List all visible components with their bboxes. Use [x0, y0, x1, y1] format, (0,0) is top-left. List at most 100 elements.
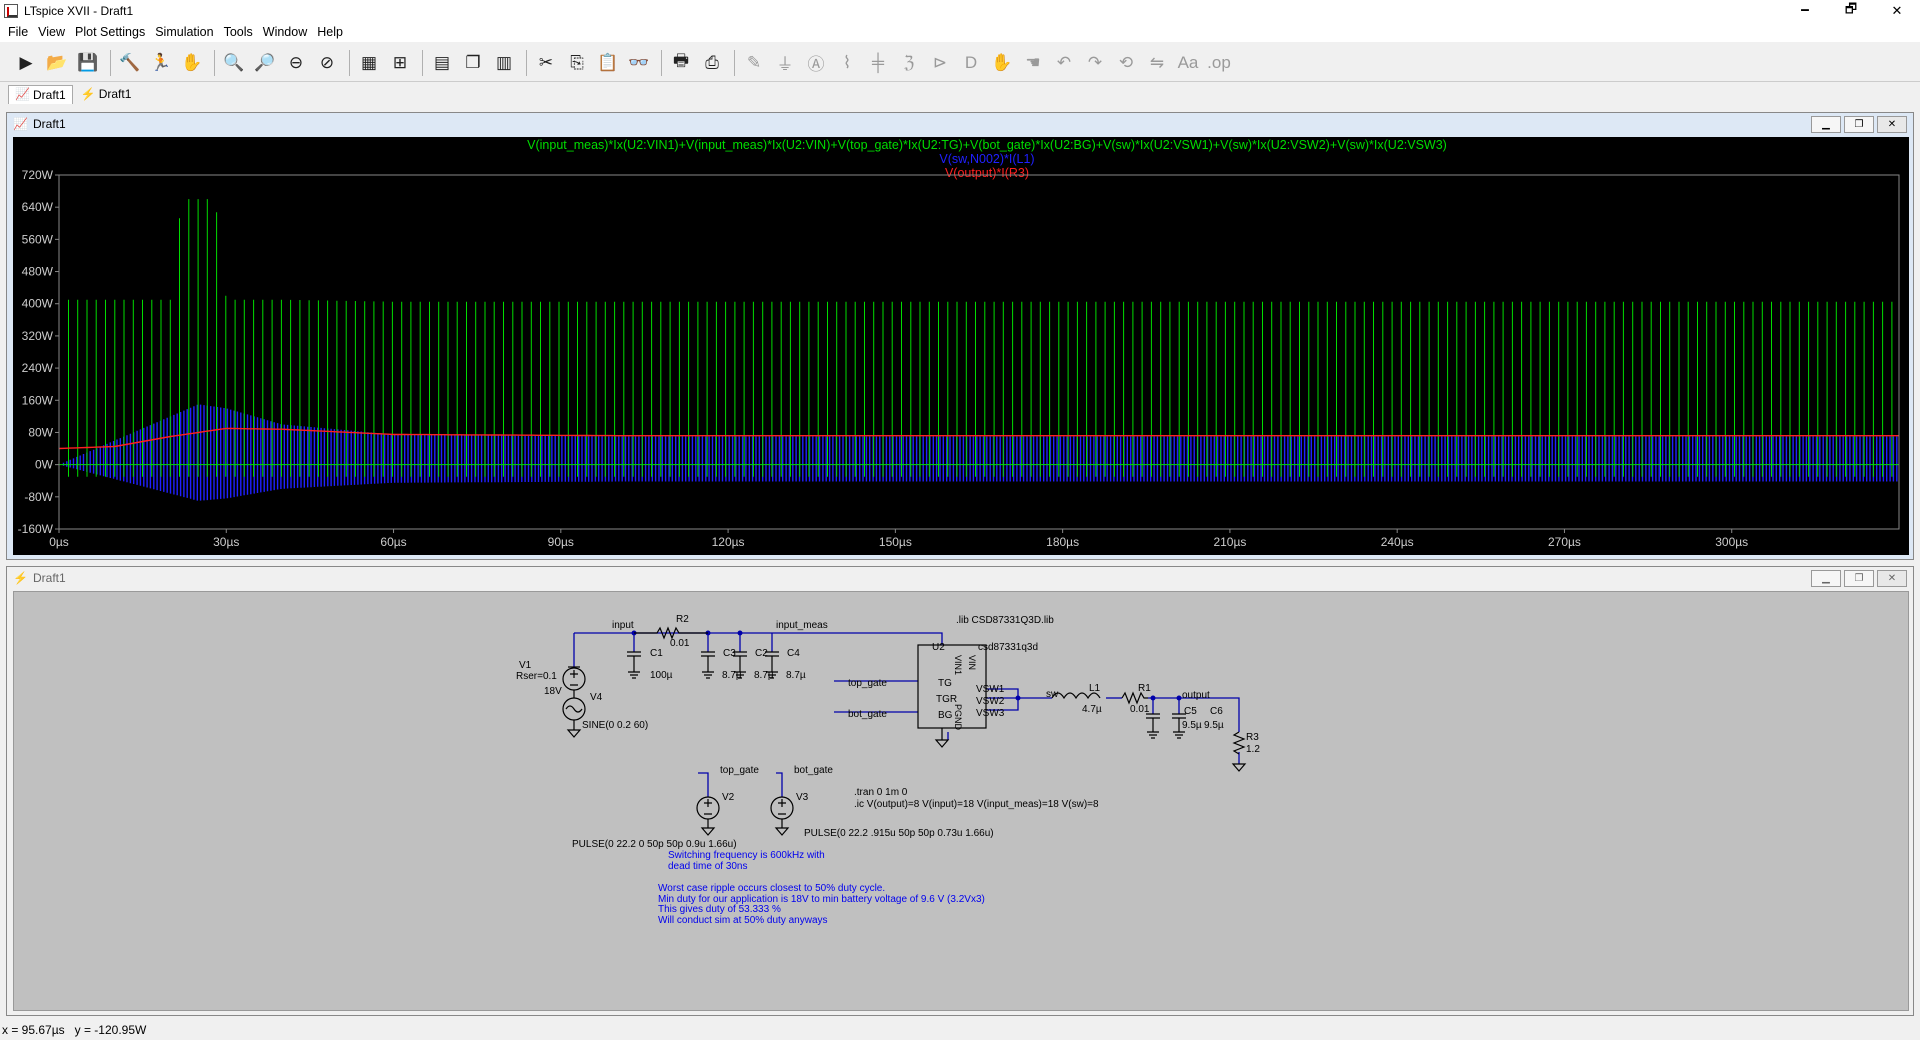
- diode-icon[interactable]: ⊳: [926, 49, 954, 77]
- paste-icon[interactable]: 📋: [594, 49, 622, 77]
- capacitor-icon[interactable]: ╪: [864, 49, 892, 77]
- plot-minimize-button[interactable]: ▁: [1811, 116, 1841, 133]
- x-tick-label: 240µs: [1381, 535, 1414, 549]
- print-icon[interactable]: 🖶: [667, 49, 695, 77]
- undo-icon[interactable]: ↶: [1050, 49, 1078, 77]
- drag-icon[interactable]: ☚: [1019, 49, 1047, 77]
- copy-icon[interactable]: ⎘: [563, 49, 591, 77]
- x-tick-label: 270µs: [1548, 535, 1581, 549]
- x-tick-label: 180µs: [1046, 535, 1079, 549]
- label-icon[interactable]: Ⓐ: [802, 49, 830, 77]
- run-icon[interactable]: 🏃: [147, 49, 175, 77]
- y-tick-label: -80W: [24, 490, 53, 504]
- print-setup-icon[interactable]: ⎙: [698, 49, 726, 77]
- schematic-icon: ⚡: [80, 86, 96, 101]
- text-icon[interactable]: Aa: [1174, 49, 1202, 77]
- svg-text:C6: C6: [1210, 706, 1223, 717]
- zoom-out-icon[interactable]: 🔎: [251, 49, 279, 77]
- svg-text:input_meas: input_meas: [776, 620, 828, 631]
- open-schematic-icon[interactable]: ▶: [12, 49, 40, 77]
- redo-icon[interactable]: ↷: [1081, 49, 1109, 77]
- menu-help[interactable]: Help: [317, 25, 343, 39]
- tab-waveform[interactable]: 📈 Draft1: [8, 84, 73, 104]
- control-panel-icon[interactable]: 🔨: [116, 49, 144, 77]
- svg-text:9.5µ: 9.5µ: [1204, 720, 1224, 731]
- plot-close-button[interactable]: ✕: [1877, 116, 1907, 133]
- svg-text:V3: V3: [796, 792, 809, 803]
- waveform-plot[interactable]: V(input_meas)*Ix(U2:VIN1)+V(input_meas)*…: [13, 137, 1909, 555]
- menu-file[interactable]: File: [8, 25, 28, 39]
- menu-simulation[interactable]: Simulation: [155, 25, 213, 39]
- menu-window[interactable]: Window: [263, 25, 307, 39]
- zoom-in-icon[interactable]: 🔍: [220, 49, 248, 77]
- schematic-minimize-button[interactable]: ▁: [1811, 570, 1841, 587]
- x-tick-label: 0µs: [49, 535, 69, 549]
- find-icon[interactable]: 👓: [625, 49, 653, 77]
- svg-text:8.7µ: 8.7µ: [786, 670, 806, 681]
- inductor-icon[interactable]: ℨ: [895, 49, 923, 77]
- schematic-wires: [573, 632, 1240, 797]
- cut-icon[interactable]: ✂: [532, 49, 560, 77]
- zoom-fit-icon[interactable]: ⊖: [282, 49, 310, 77]
- waveform-plot-area[interactable]: V(input_meas)*Ix(U2:VIN1)+V(input_meas)*…: [13, 137, 1909, 555]
- x-tick-label: 90µs: [548, 535, 574, 549]
- y-tick-label: 720W: [22, 168, 54, 182]
- trace-label-green: V(input_meas)*Ix(U2:VIN1)+V(input_meas)*…: [527, 138, 1447, 152]
- resistor-icon[interactable]: ⌇: [833, 49, 861, 77]
- svg-text:Will conduct sim at 50% duty a: Will conduct sim at 50% duty anyways: [658, 915, 828, 926]
- save-icon[interactable]: 💾: [74, 49, 102, 77]
- mark-icon[interactable]: ⊞: [386, 49, 414, 77]
- spice-directive-icon[interactable]: .op: [1205, 49, 1233, 77]
- minimize-button[interactable]: 🗕: [1782, 0, 1828, 22]
- svg-text:18V: 18V: [544, 686, 562, 697]
- schematic-restore-button[interactable]: ❐: [1844, 570, 1874, 587]
- svg-text:R1: R1: [1138, 683, 1151, 694]
- close-button[interactable]: ✕: [1874, 0, 1920, 22]
- svg-text:Worst case ripple occurs close: Worst case ripple occurs closest to 50% …: [658, 883, 885, 894]
- svg-text:Rser=0.1: Rser=0.1: [516, 671, 557, 682]
- plot-window-titlebar[interactable]: 📈 Draft1 ▁ ❐ ✕: [7, 113, 1913, 135]
- trace-label-blue: V(sw,N002)*I(L1): [939, 152, 1034, 166]
- schematic-window: ⚡ Draft1 ▁ ❐ ✕ input input_meas R2 0.01 …: [6, 566, 1914, 1016]
- zoom-cancel-icon[interactable]: ⊘: [313, 49, 341, 77]
- schematic-window-titlebar[interactable]: ⚡ Draft1 ▁ ❐ ✕: [7, 567, 1913, 589]
- schematic-close-button[interactable]: ✕: [1877, 570, 1907, 587]
- svg-text:sw: sw: [1046, 689, 1059, 700]
- wire-icon[interactable]: ✎: [740, 49, 768, 77]
- svg-text:L1: L1: [1089, 683, 1101, 694]
- mirror-icon[interactable]: ⇋: [1143, 49, 1171, 77]
- maximize-button[interactable]: 🗗: [1828, 0, 1874, 22]
- tile-horizontal-icon[interactable]: ▤: [428, 49, 456, 77]
- schematic-canvas[interactable]: input input_meas R2 0.01 C1 100µ C3 8.7µ…: [13, 591, 1909, 1011]
- ground-icon[interactable]: ⏚: [771, 49, 799, 77]
- rotate-icon[interactable]: ⟲: [1112, 49, 1140, 77]
- halt-icon[interactable]: ✋: [178, 49, 206, 77]
- tile-vertical-icon[interactable]: ▥: [490, 49, 518, 77]
- schematic-icon: ⚡: [13, 571, 28, 585]
- cascade-icon[interactable]: ❐: [459, 49, 487, 77]
- schematic-comments: Switching frequency is 600kHz with dead …: [658, 850, 985, 926]
- waveform-traces: [58, 199, 1899, 501]
- cursor-y-readout: y = -120.95W: [74, 1023, 147, 1037]
- svg-text:bot_gate: bot_gate: [848, 709, 887, 720]
- svg-text:V2: V2: [722, 792, 735, 803]
- move-icon[interactable]: ✋: [988, 49, 1016, 77]
- ltspice-app-icon: [4, 4, 18, 18]
- svg-text:Switching frequency is 600kHz: Switching frequency is 600kHz with: [668, 850, 825, 861]
- y-tick-label: 80W: [28, 425, 53, 439]
- tab-schematic[interactable]: ⚡ Draft1: [75, 85, 138, 104]
- svg-text:R2: R2: [676, 614, 689, 625]
- menu-plot-settings[interactable]: Plot Settings: [75, 25, 145, 39]
- svg-text:8.7µ: 8.7µ: [722, 670, 742, 681]
- open-file-icon[interactable]: 📂: [43, 49, 71, 77]
- autorange-icon[interactable]: ▦: [355, 49, 383, 77]
- menu-tools[interactable]: Tools: [224, 25, 253, 39]
- schematic-drawing[interactable]: input input_meas R2 0.01 C1 100µ C3 8.7µ…: [14, 592, 1908, 1010]
- document-tabs: 📈 Draft1 ⚡ Draft1: [0, 83, 1920, 105]
- plot-restore-button[interactable]: ❐: [1844, 116, 1874, 133]
- waveform-icon: 📈: [13, 117, 28, 131]
- svg-text:VSW3: VSW3: [976, 708, 1005, 719]
- svg-text:C5: C5: [1184, 706, 1197, 717]
- component-icon[interactable]: D: [957, 49, 985, 77]
- menu-view[interactable]: View: [38, 25, 65, 39]
